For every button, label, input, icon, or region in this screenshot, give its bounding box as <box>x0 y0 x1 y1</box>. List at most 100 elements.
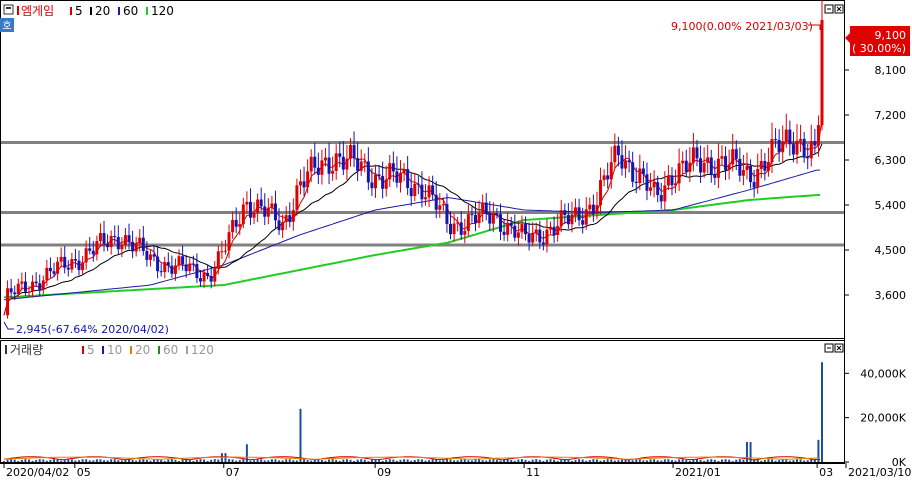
volume-bar <box>520 459 523 462</box>
candle-body <box>66 267 70 270</box>
candle-body <box>791 144 795 155</box>
candle-body <box>9 288 13 293</box>
candle-body <box>48 267 52 272</box>
volume-bar <box>456 460 459 462</box>
candle-body <box>320 160 324 175</box>
volume-bar <box>556 461 559 462</box>
candle-body <box>734 149 738 159</box>
volume-bar <box>278 460 281 462</box>
candle-body <box>16 283 20 295</box>
volume-bar <box>788 460 791 462</box>
candle-body <box>102 233 106 244</box>
candle-body <box>23 281 27 292</box>
candle-body <box>338 153 342 157</box>
volume-bar <box>674 460 677 462</box>
volume-bar <box>785 459 788 462</box>
volume-bar <box>6 459 9 462</box>
candle-body <box>223 250 227 252</box>
candle-body <box>191 263 195 265</box>
y-tick-label: 4,500 <box>875 244 907 257</box>
price-y-axis: 3,600 4,500 5,400 6,300 7,200 8,100 <box>844 64 906 302</box>
high-label: 9,100(0.00% 2021/03/03) <box>671 20 813 33</box>
candle-body <box>438 205 442 210</box>
volume-bar <box>467 460 470 462</box>
legend-marker <box>158 346 160 354</box>
volume-bar <box>281 460 284 462</box>
candle-body <box>799 138 803 141</box>
candle-body <box>552 226 556 235</box>
candle-body <box>109 236 113 248</box>
candle-body <box>216 251 220 269</box>
candle-body <box>813 141 817 146</box>
candle-body <box>784 129 788 142</box>
chart-window: 엠게임 5 20 60 120 호 거래량 5 10 20 60 120 3,60 <box>0 0 912 480</box>
candle-body <box>463 230 467 235</box>
candle-body <box>759 161 763 169</box>
x-axis: 2020/04/02 05 07 09 11 2021/01 03 2021/03/10 <box>3 463 911 479</box>
candle-body <box>123 235 127 246</box>
candle-body <box>120 245 124 250</box>
candle-body <box>595 205 599 214</box>
candle-body <box>699 158 703 173</box>
volume-bar <box>349 459 352 462</box>
volume-bar <box>149 460 152 462</box>
candle-body <box>441 204 445 206</box>
volume-bar <box>256 459 259 462</box>
volume-bar <box>270 459 273 462</box>
candle-body <box>566 214 570 225</box>
volume-bar <box>628 460 631 462</box>
volume-bar <box>60 460 63 462</box>
candle-body <box>488 214 492 224</box>
x-tick-label: 07 <box>226 466 240 479</box>
candle-body <box>806 157 810 159</box>
candle-body <box>273 203 277 221</box>
current-price-badge: 9,100 ( 30.00%) <box>845 26 910 56</box>
current-price-arrow <box>845 33 850 43</box>
volume-bar <box>638 459 641 462</box>
legend-label: 60 <box>163 343 178 357</box>
candle-body <box>484 202 488 215</box>
candle-body <box>91 250 95 255</box>
volume-bar <box>817 439 820 462</box>
x-tick-label: 2021/03/10 <box>848 466 911 479</box>
volume-bar <box>728 459 731 462</box>
volume-bar <box>328 459 331 462</box>
candle-body <box>781 141 785 153</box>
volume-bar <box>560 459 563 462</box>
legend-marker <box>130 346 132 354</box>
candle-body <box>491 213 495 224</box>
volume-bar <box>442 460 445 462</box>
volume-bar <box>713 459 716 462</box>
x-tick-label: 05 <box>77 466 91 479</box>
legend-marker <box>82 346 84 354</box>
volume-bar <box>370 459 373 462</box>
volume-bar <box>742 459 745 462</box>
volume-bar <box>470 460 473 462</box>
volume-bar <box>517 459 520 462</box>
volume-bar <box>463 459 466 462</box>
volume-bar <box>799 459 802 462</box>
square-icon[interactable] <box>3 4 14 15</box>
volume-bar <box>260 459 263 462</box>
price-window-buttons <box>824 4 844 14</box>
candle-body <box>702 162 706 173</box>
volume-bar <box>299 408 302 462</box>
candle-body <box>631 162 635 182</box>
candle-body <box>331 170 335 174</box>
legend-label: 5 <box>87 343 95 357</box>
candle-body <box>398 172 402 183</box>
candle-body <box>538 229 542 243</box>
candle-body <box>81 262 85 271</box>
volume-y-axis: 0K20,000K40,000K <box>844 367 907 469</box>
candle-body <box>295 185 299 211</box>
candle-body <box>541 242 545 245</box>
volume-bar <box>495 460 498 462</box>
candle-body <box>263 206 267 217</box>
candle-body <box>581 220 585 225</box>
legend-label: 5 <box>75 4 83 18</box>
volume-bar <box>685 460 688 462</box>
volume-bar <box>642 460 645 462</box>
volume-bar <box>195 459 198 462</box>
candle-body <box>720 156 724 159</box>
volume-bar <box>617 460 620 462</box>
